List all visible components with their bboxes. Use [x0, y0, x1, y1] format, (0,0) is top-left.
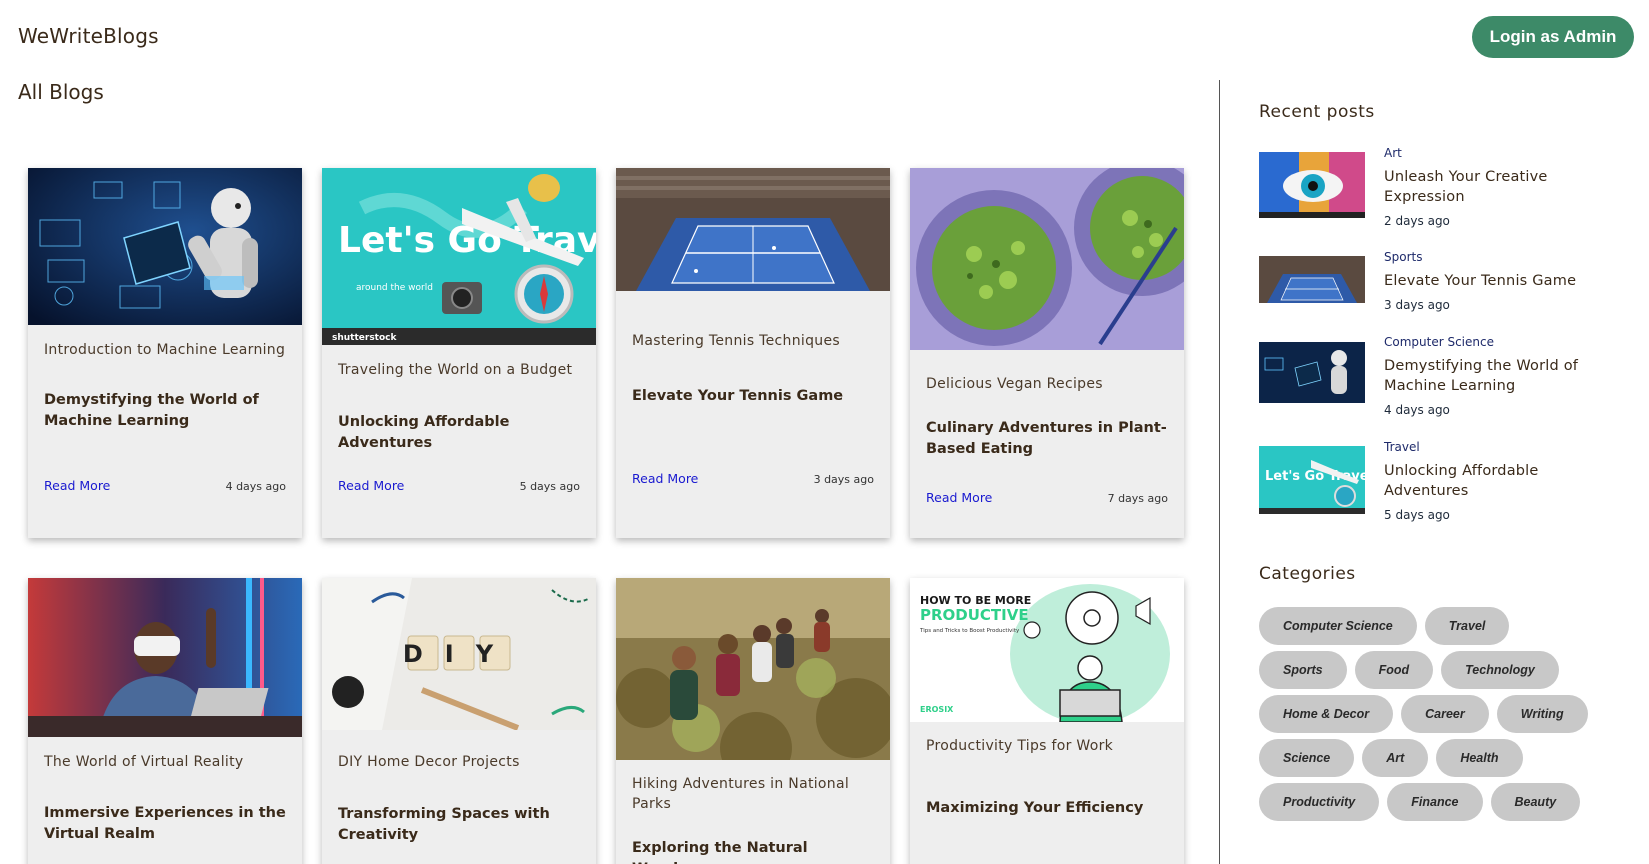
productivity-image-highlight: PRODUCTIVE — [920, 606, 1029, 624]
diy-image-text: DIY — [403, 640, 515, 668]
card-title[interactable]: Transforming Spaces with Creativity — [338, 804, 580, 846]
card-title[interactable]: Elevate Your Tennis Game — [632, 386, 874, 407]
travel-image: Let's Go Travel around the world shutter… — [322, 168, 596, 345]
recent-post-category[interactable]: Art — [1384, 146, 1402, 160]
recent-post-category[interactable]: Travel — [1384, 440, 1420, 454]
category-tag-food[interactable]: Food — [1354, 651, 1434, 689]
card-category: Productivity Tips for Work — [926, 738, 1114, 754]
sidebar-divider — [1219, 80, 1220, 864]
blog-card[interactable]: Mastering Tennis Techniques Elevate Your… — [616, 168, 890, 538]
blog-card[interactable]: Introduction to Machine Learning Demysti… — [28, 168, 302, 538]
category-tag-travel[interactable]: Travel — [1424, 607, 1510, 645]
card-category: DIY Home Decor Projects — [338, 754, 520, 770]
travel-image-subtext: around the world — [356, 283, 433, 293]
recent-posts-heading: Recent posts — [1259, 102, 1375, 122]
categories-heading: Categories — [1259, 564, 1356, 584]
category-tag-health[interactable]: Health — [1436, 739, 1523, 777]
card-category: Introduction to Machine Learning — [44, 342, 286, 358]
card-timestamp: 5 days ago — [519, 480, 580, 493]
blog-card[interactable]: The World of Virtual Reality Immersive E… — [28, 578, 302, 864]
productivity-image-subtext: Tips and Tricks to Boost Productivity — [919, 628, 1020, 634]
blog-card[interactable]: Delicious Vegan Recipes Culinary Adventu… — [910, 168, 1184, 538]
recent-post-title[interactable]: Elevate Your Tennis Game — [1384, 271, 1594, 291]
category-tag-art[interactable]: Art — [1362, 739, 1429, 777]
category-tag-science[interactable]: Science — [1259, 739, 1355, 777]
recent-post-category[interactable]: Computer Science — [1384, 335, 1494, 349]
recent-post-title[interactable]: Unleash Your Creative Expression — [1384, 167, 1594, 207]
category-tag-technology[interactable]: Technology — [1441, 651, 1559, 689]
recent-post-timestamp: 4 days ago — [1384, 403, 1450, 417]
recent-post-category[interactable]: Sports — [1384, 250, 1422, 264]
read-more-link[interactable]: Read More — [632, 471, 698, 486]
blog-card[interactable]: HOW TO BE MORE PRODUCTIVE Tips and Trick… — [910, 578, 1184, 864]
brand-logo[interactable]: WeWriteBlogs — [18, 24, 159, 48]
card-category: Hiking Adventures in National Parks — [632, 776, 850, 812]
stock-watermark: shutterstock — [332, 333, 397, 343]
diy-image: DIY — [322, 578, 596, 730]
recent-post-title[interactable]: Demystifying the World of Machine Learni… — [1384, 356, 1594, 396]
page-title: All Blogs — [18, 80, 104, 104]
card-title[interactable]: Demystifying the World of Machine Learni… — [44, 390, 286, 432]
vr-headset-image — [28, 578, 302, 737]
read-more-link[interactable]: Read More — [338, 478, 404, 493]
productivity-image-brand: EROSIX — [920, 705, 954, 714]
card-category: Traveling the World on a Budget — [338, 362, 573, 378]
tennis-court-image — [616, 168, 890, 291]
card-title[interactable]: Exploring the Natural Wonders — [632, 838, 874, 864]
blog-card[interactable]: DIY DIY Home Decor Projects Transforming… — [322, 578, 596, 864]
blog-card[interactable]: Let's Go Travel around the world shutter… — [322, 168, 596, 538]
card-title[interactable]: Unlocking Affordable Adventures — [338, 412, 580, 454]
card-timestamp: 3 days ago — [813, 473, 874, 486]
card-title[interactable]: Culinary Adventures in Plant-Based Eatin… — [926, 418, 1168, 460]
card-category: The World of Virtual Reality — [44, 754, 244, 770]
recent-post-thumb[interactable]: Let's Go Travel — [1259, 446, 1365, 514]
recent-post-timestamp: 3 days ago — [1384, 298, 1450, 312]
card-timestamp: 7 days ago — [1107, 492, 1168, 505]
productivity-image: HOW TO BE MORE PRODUCTIVE Tips and Trick… — [910, 578, 1184, 722]
vegan-pasta-image — [910, 168, 1184, 350]
robot-ml-image — [28, 168, 302, 325]
category-tag-writing[interactable]: Writing — [1496, 695, 1588, 733]
card-category: Delicious Vegan Recipes — [926, 376, 1103, 392]
recent-post-thumb[interactable] — [1259, 342, 1365, 403]
read-more-link[interactable]: Read More — [926, 490, 992, 505]
hiking-image — [616, 578, 890, 760]
recent-post-thumb[interactable] — [1259, 256, 1365, 303]
recent-post-timestamp: 5 days ago — [1384, 508, 1450, 522]
category-tag-home-decor[interactable]: Home & Decor — [1259, 695, 1394, 733]
card-category: Mastering Tennis Techniques — [632, 333, 840, 349]
recent-post-title[interactable]: Unlocking Affordable Adventures — [1384, 461, 1594, 501]
category-tags: Computer Science Travel Sports Food Tech… — [1259, 607, 1599, 821]
card-timestamp: 4 days ago — [225, 480, 286, 493]
category-tag-beauty[interactable]: Beauty — [1490, 783, 1581, 821]
category-tag-finance[interactable]: Finance — [1387, 783, 1483, 821]
recent-post-thumb[interactable] — [1259, 152, 1365, 218]
category-tag-productivity[interactable]: Productivity — [1259, 783, 1380, 821]
login-admin-button[interactable]: Login as Admin — [1472, 16, 1634, 58]
recent-post-timestamp: 2 days ago — [1384, 214, 1450, 228]
category-tag-career[interactable]: Career — [1401, 695, 1489, 733]
category-tag-sports[interactable]: Sports — [1259, 651, 1347, 689]
category-tag-computer-science[interactable]: Computer Science — [1259, 607, 1417, 645]
card-title[interactable]: Maximizing Your Efficiency — [926, 798, 1168, 819]
read-more-link[interactable]: Read More — [44, 478, 110, 493]
card-title[interactable]: Immersive Experiences in the Virtual Rea… — [44, 803, 286, 845]
blog-card[interactable]: Hiking Adventures in National Parks Expl… — [616, 578, 890, 864]
